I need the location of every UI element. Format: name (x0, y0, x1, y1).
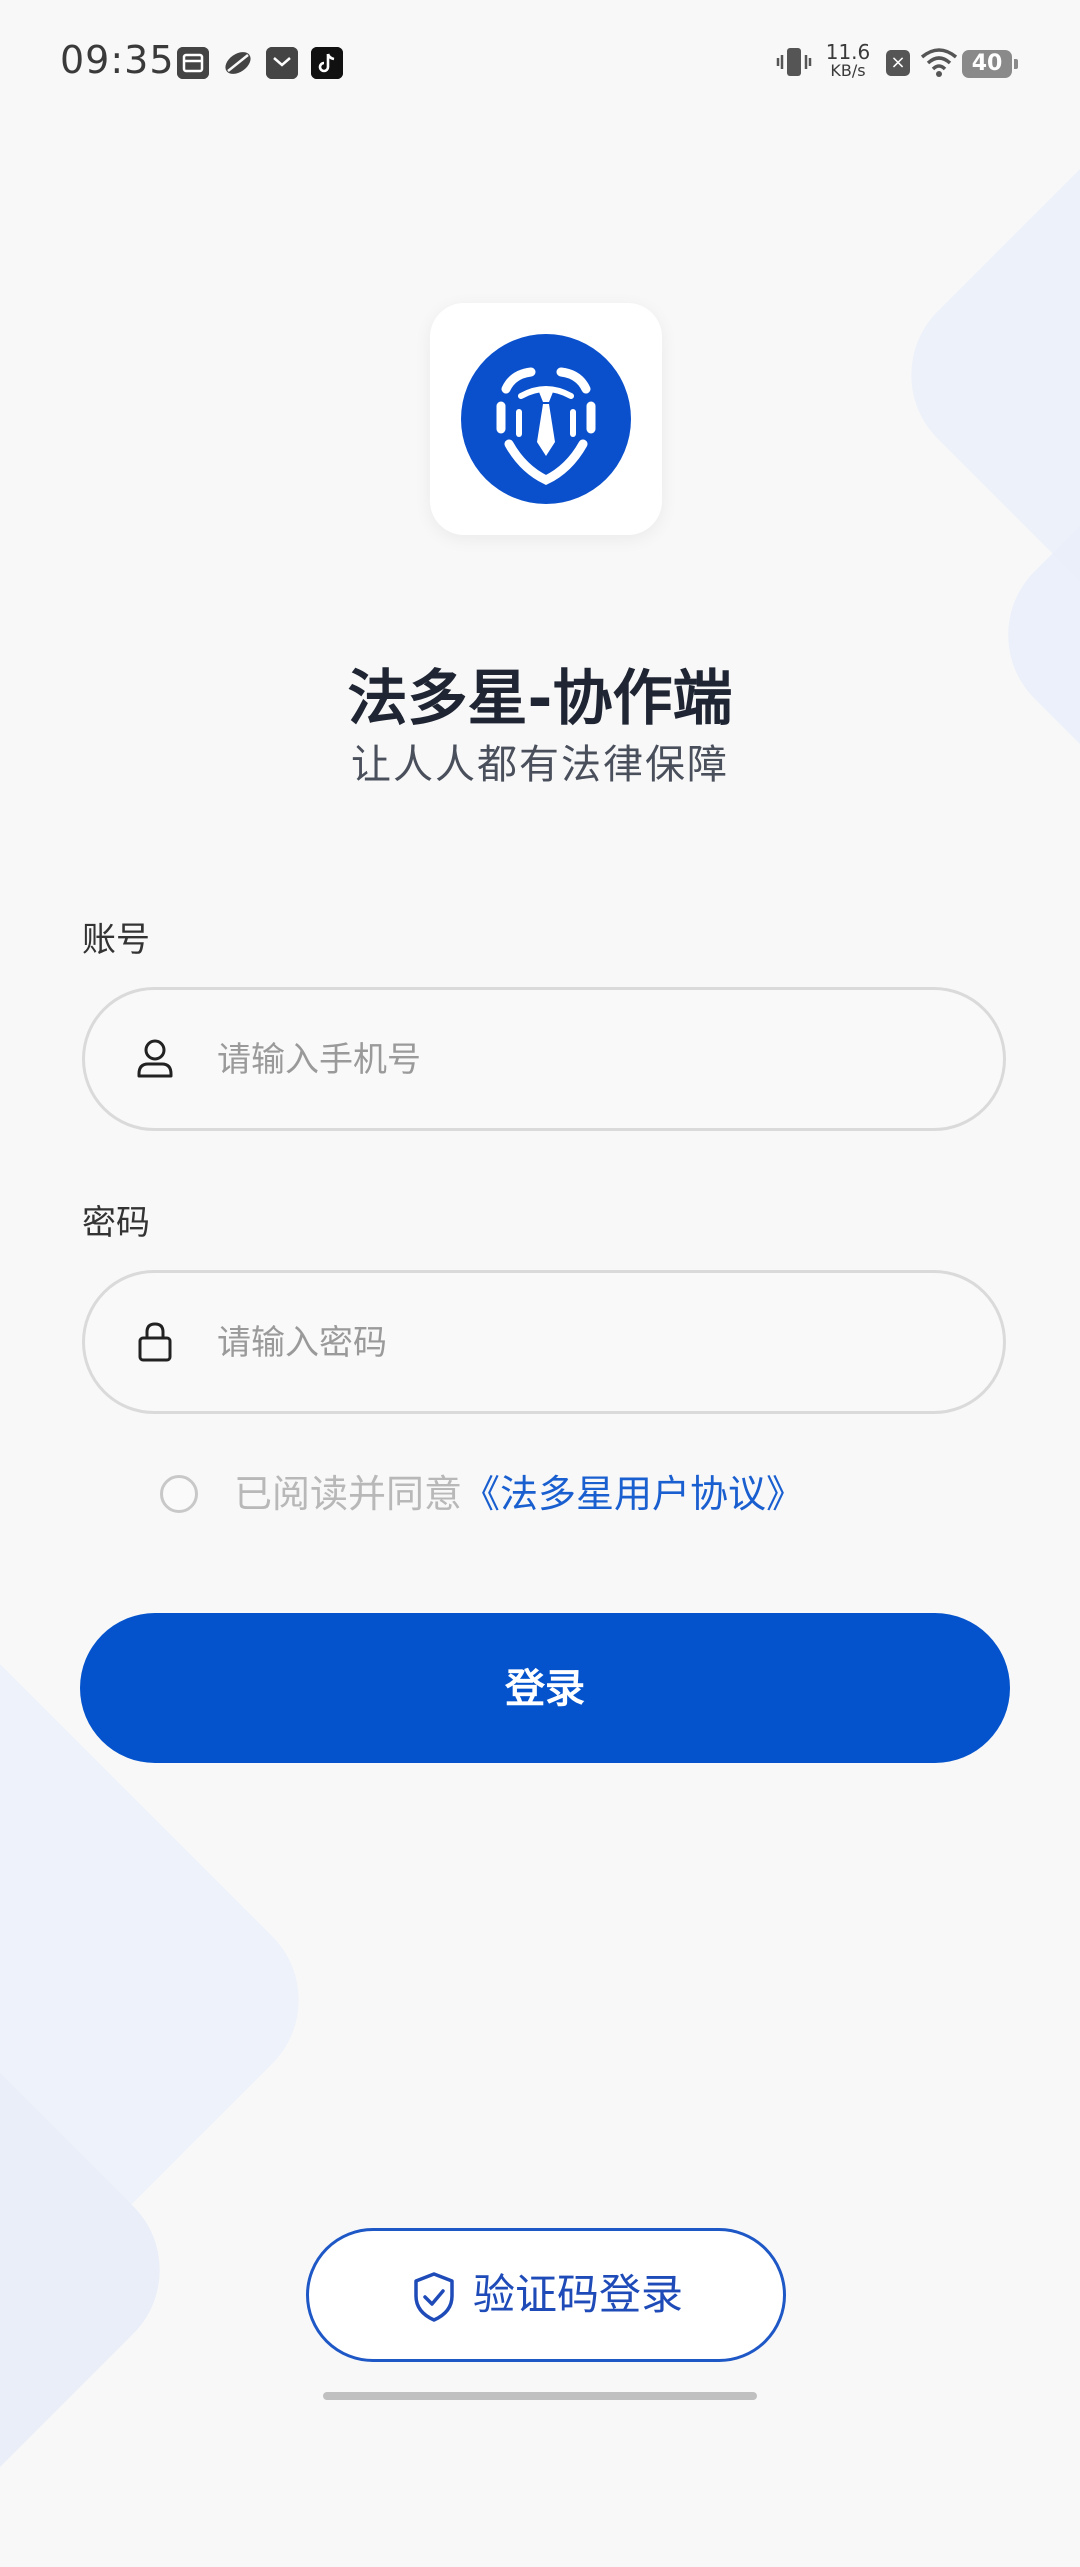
vibrate-icon (776, 44, 812, 84)
app-title: 法多星-协作端 (347, 664, 733, 734)
status-time: 09:35 (60, 38, 175, 82)
sms-login-button[interactable]: 验证码登录 (306, 2228, 786, 2362)
mail-app-icon (266, 47, 298, 79)
app-subtitle: 让人人都有法律保障 (351, 742, 729, 788)
password-label: 密码 (82, 1203, 150, 1243)
status-bar: 09:35 11.6 KB/s × 40 (0, 0, 1080, 128)
account-input[interactable] (215, 990, 979, 1130)
password-field[interactable] (82, 1270, 1006, 1414)
calendar-app-icon (177, 47, 209, 79)
leaf-app-icon (222, 47, 254, 79)
agreement-checkbox[interactable] (160, 1475, 198, 1513)
wifi-icon (920, 48, 958, 82)
home-indicator[interactable] (323, 2392, 757, 2400)
shield-check-icon (411, 2271, 457, 2327)
shield-tie-logo (461, 334, 631, 504)
agreement-prefix: 已阅读并同意 (234, 1472, 463, 1516)
user-agreement-link[interactable]: 《法多星用户协议》 (462, 1472, 804, 1516)
account-field[interactable] (82, 987, 1006, 1131)
app-logo (430, 303, 662, 535)
user-icon (130, 1034, 180, 1084)
password-input[interactable] (215, 1273, 979, 1413)
account-label: 账号 (82, 920, 150, 960)
network-speed: 11.6 KB/s (823, 42, 873, 79)
network-speed-unit: KB/s (830, 61, 866, 80)
network-speed-value: 11.6 (825, 40, 871, 64)
agreement-text: 已阅读并同意《法多星用户协议》 (234, 1468, 804, 1520)
lock-icon (130, 1317, 180, 1367)
no-sim-icon: × (886, 50, 910, 76)
battery-icon: 40 (962, 50, 1018, 78)
login-button[interactable]: 登录 (80, 1613, 1010, 1763)
sms-login-label: 验证码登录 (473, 2270, 684, 2319)
tiktok-icon (311, 47, 343, 79)
